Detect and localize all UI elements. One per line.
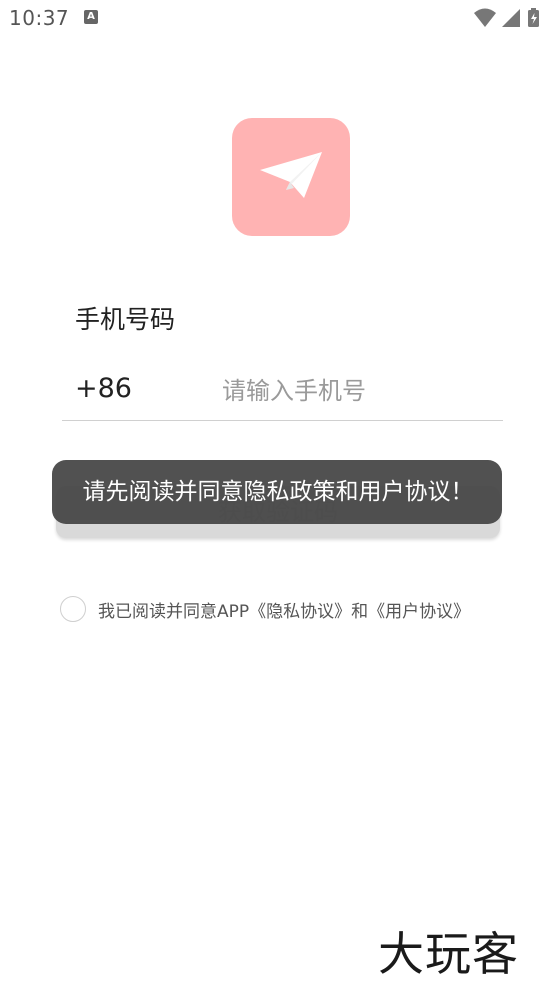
paper-plane-icon bbox=[260, 152, 322, 198]
agreement-checkbox[interactable] bbox=[60, 596, 86, 622]
toast-message: 请先阅读并同意隐私政策和用户协议！ bbox=[52, 460, 502, 524]
phone-number-input[interactable] bbox=[222, 372, 497, 410]
input-underline bbox=[62, 420, 503, 421]
agreement-text[interactable]: 我已阅读并同意APP《隐私协议》和《用户协议》 bbox=[98, 597, 470, 622]
status-time: 10:37 bbox=[9, 6, 70, 30]
country-code-selector[interactable]: +86 bbox=[75, 373, 132, 404]
wifi-icon bbox=[474, 8, 496, 27]
battery-icon bbox=[528, 8, 539, 27]
watermark-logo: 大玩客 bbox=[378, 927, 519, 981]
status-icons bbox=[472, 7, 544, 29]
app-logo bbox=[232, 118, 350, 236]
login-screen: 10:37 A 手机号码 +86 请输入手机号 请先阅读并同意隐私政策和用户协议… bbox=[0, 0, 554, 985]
status-bar: 10:37 A bbox=[0, 0, 554, 38]
cell-signal-icon bbox=[502, 9, 520, 27]
phone-number-label: 手机号码 bbox=[75, 305, 176, 334]
notification-icon: A bbox=[84, 10, 98, 24]
